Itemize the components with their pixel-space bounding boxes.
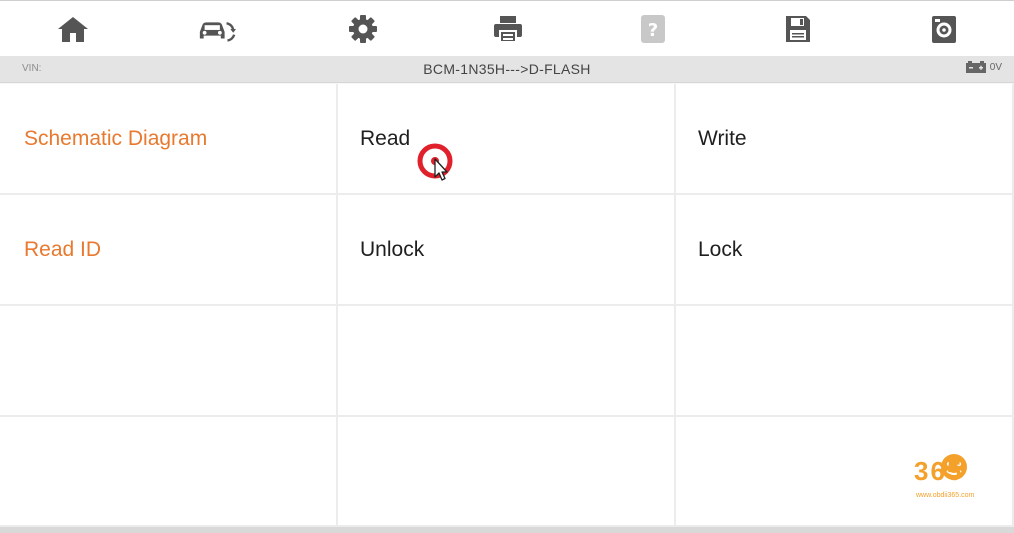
empty-cell <box>0 306 338 417</box>
read-id-button[interactable]: Read ID <box>0 195 338 306</box>
empty-cell <box>338 417 676 527</box>
home-icon <box>58 17 88 42</box>
function-grid: Schematic Diagram Read Write Read ID Unl… <box>0 84 1014 527</box>
vehicle-swap-icon <box>199 22 237 42</box>
help-icon: ? <box>641 15 665 43</box>
watermark-url: www.obdii365.com <box>916 492 975 499</box>
status-bar: VIN: BCM-1N35H--->D-FLASH 0V <box>0 56 1014 83</box>
lock-button[interactable]: Lock <box>676 195 1014 306</box>
top-toolbar: ? <box>0 0 1014 57</box>
help-button: ? <box>633 11 673 47</box>
touch-indicator-icon <box>417 143 453 181</box>
print-button[interactable] <box>488 11 528 47</box>
save-floppy-icon <box>786 16 810 42</box>
settings-gear-icon <box>349 15 377 43</box>
screenshot-button[interactable] <box>924 11 964 47</box>
module-path: BCM-1N35H--->D-FLASH <box>423 61 591 77</box>
settings-button[interactable] <box>343 11 383 47</box>
save-button[interactable] <box>778 11 818 47</box>
empty-cell <box>338 306 676 417</box>
write-button[interactable]: Write <box>676 84 1014 195</box>
home-button[interactable] <box>53 11 93 47</box>
svg-text:?: ? <box>648 20 658 41</box>
schematic-diagram-button[interactable]: Schematic Diagram <box>0 84 338 195</box>
voltage-indicator: 0V <box>965 61 1002 73</box>
bottom-edge <box>0 527 1014 533</box>
battery-icon <box>965 61 986 73</box>
watermark-logo: 365 www.obdii365.com <box>906 442 1002 504</box>
empty-cell <box>676 306 1014 417</box>
screenshot-icon <box>932 16 956 43</box>
read-button[interactable]: Read <box>338 84 676 195</box>
watermark-digits: 365 <box>914 456 964 486</box>
unlock-button[interactable]: Unlock <box>338 195 676 306</box>
empty-cell <box>0 417 338 527</box>
vehicle-swap-button[interactable] <box>197 11 237 47</box>
voltage-value: 0V <box>989 61 1002 73</box>
printer-icon <box>494 16 522 43</box>
